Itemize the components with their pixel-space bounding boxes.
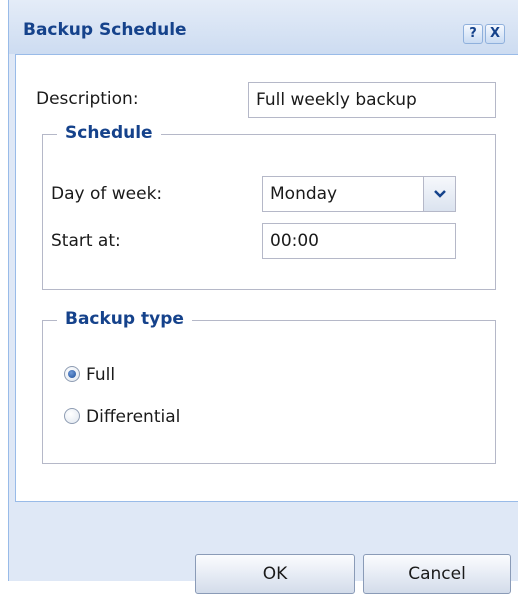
backup-type-legend: Backup type bbox=[57, 309, 192, 329]
dialog-footer: OK Cancel bbox=[9, 502, 518, 594]
day-of-week-select[interactable]: Monday bbox=[262, 176, 456, 212]
ok-button[interactable]: OK bbox=[195, 554, 355, 594]
chevron-down-icon[interactable] bbox=[423, 177, 455, 211]
start-at-label: Start at: bbox=[51, 231, 121, 251]
help-icon[interactable]: ? bbox=[463, 24, 483, 44]
radio-full-label[interactable]: Full bbox=[86, 365, 115, 385]
backup-schedule-dialog: Backup Schedule ? X Description: Full we… bbox=[8, 0, 518, 594]
schedule-legend: Schedule bbox=[57, 123, 161, 143]
dialog-title: Backup Schedule bbox=[23, 20, 187, 40]
start-at-field[interactable]: 00:00 bbox=[262, 223, 456, 259]
day-of-week-label: Day of week: bbox=[51, 184, 163, 204]
radio-differential-button[interactable] bbox=[64, 408, 80, 424]
dialog-titlebar[interactable]: Backup Schedule ? X bbox=[9, 0, 518, 54]
schedule-fieldset: Schedule Day of week: Monday Start at: 0… bbox=[42, 123, 496, 290]
close-icon[interactable]: X bbox=[485, 24, 505, 44]
day-of-week-value: Monday bbox=[270, 184, 338, 204]
backup-type-fieldset: Backup type Full Differential bbox=[42, 309, 496, 464]
radio-full-button[interactable] bbox=[64, 366, 80, 382]
radio-differential-label[interactable]: Differential bbox=[86, 407, 180, 427]
description-label: Description: bbox=[36, 89, 139, 109]
dialog-body: Description: Full weekly backup Schedule… bbox=[15, 54, 518, 502]
description-field[interactable]: Full weekly backup bbox=[248, 82, 496, 118]
cancel-button[interactable]: Cancel bbox=[363, 554, 511, 594]
